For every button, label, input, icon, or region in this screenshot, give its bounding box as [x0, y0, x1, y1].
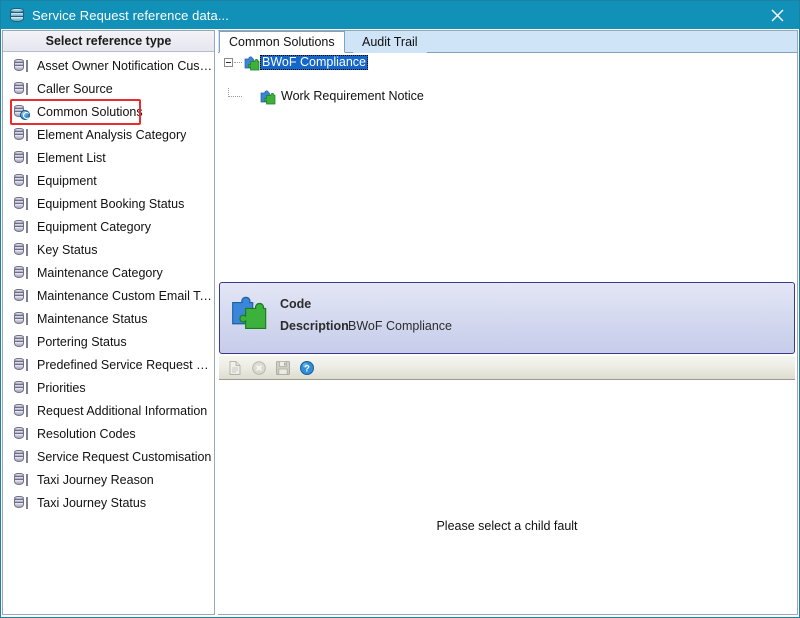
- sidebar-item-label: Common Solutions: [37, 104, 143, 119]
- sidebar-item-label: Element List: [37, 150, 106, 165]
- puzzle-icon: [243, 55, 260, 71]
- solution-detail-panel: Code Description BWoF Compliance: [219, 282, 795, 354]
- code-label: Code: [280, 297, 312, 311]
- save-icon[interactable]: [272, 358, 294, 378]
- database-icon: [13, 81, 30, 97]
- sidebar-item-label: Asset Owner Notification Custom...: [37, 58, 214, 73]
- database-icon: [13, 380, 30, 396]
- title-bar: Service Request reference data...: [1, 1, 799, 29]
- sidebar-item-label: Key Status: [37, 242, 98, 257]
- tree-node-label[interactable]: Work Requirement Notice: [279, 89, 426, 104]
- database-icon: [13, 196, 30, 212]
- database-icon: [13, 334, 30, 350]
- sidebar-item-element-analysis-category[interactable]: Element Analysis Category: [3, 123, 214, 146]
- sidebar-item-label: Priorities: [37, 380, 86, 395]
- content-panel: Common Solutions Audit Trail BWoF Complia…: [218, 30, 798, 615]
- database-icon: [9, 7, 25, 23]
- database-icon: [13, 242, 30, 258]
- sidebar-item-maintenance-custom-email-text[interactable]: Maintenance Custom Email Text: [3, 284, 214, 307]
- sidebar-item-key-status[interactable]: Key Status: [3, 238, 214, 261]
- sidebar-item-taxi-journey-status[interactable]: Taxi Journey Status: [3, 491, 214, 514]
- database-icon: [13, 472, 30, 488]
- database-icon: [13, 426, 30, 442]
- database-refresh-icon: [13, 104, 30, 120]
- sidebar-item-taxi-journey-reason[interactable]: Taxi Journey Reason: [3, 468, 214, 491]
- tab-strip: Common Solutions Audit Trail: [218, 31, 797, 53]
- tree-row[interactable]: Work Requirement Notice: [218, 88, 796, 105]
- database-icon: [13, 403, 30, 419]
- tree-node-label[interactable]: BWoF Compliance: [260, 55, 368, 70]
- description-value: BWoF Compliance: [348, 319, 452, 333]
- new-icon[interactable]: [224, 358, 246, 378]
- sidebar-item-predefined-service-request-events[interactable]: Predefined Service Request Events: [3, 353, 214, 376]
- empty-state-message: Please select a child fault: [436, 519, 578, 533]
- sidebar-item-caller-source[interactable]: Caller Source: [3, 77, 214, 100]
- sidebar-item-label: Maintenance Custom Email Text: [37, 288, 214, 303]
- sidebar-item-maintenance-status[interactable]: Maintenance Status: [3, 307, 214, 330]
- sidebar-item-request-additional-information[interactable]: Request Additional Information: [3, 399, 214, 422]
- database-icon: [13, 357, 30, 373]
- sidebar-item-portering-status[interactable]: Portering Status: [3, 330, 214, 353]
- sidebar-item-element-list[interactable]: Element List: [3, 146, 214, 169]
- sidebar-item-equipment[interactable]: Equipment: [3, 169, 214, 192]
- child-fault-region: Please select a child fault: [219, 381, 795, 614]
- puzzle-icon: [259, 89, 276, 105]
- close-icon[interactable]: [755, 1, 799, 29]
- database-icon: [13, 219, 30, 235]
- detail-toolbar: ?: [219, 356, 795, 380]
- sidebar-item-label: Request Additional Information: [37, 403, 208, 418]
- sidebar-item-label: Maintenance Status: [37, 311, 148, 326]
- help-icon[interactable]: ?: [296, 358, 318, 378]
- sidebar-item-common-solutions[interactable]: Common Solutions: [3, 100, 214, 123]
- database-icon: [13, 58, 30, 74]
- window-title: Service Request reference data...: [32, 7, 229, 23]
- sidebar-header: Select reference type: [3, 31, 214, 52]
- sidebar-item-resolution-codes[interactable]: Resolution Codes: [3, 422, 214, 445]
- database-icon: [13, 265, 30, 281]
- tab-label: Audit Trail: [362, 35, 418, 49]
- sidebar-item-equipment-category[interactable]: Equipment Category: [3, 215, 214, 238]
- collapse-icon[interactable]: [224, 58, 233, 67]
- sidebar-item-label: Equipment Category: [37, 219, 151, 234]
- tab-audit-trail[interactable]: Audit Trail: [353, 31, 427, 53]
- delete-icon[interactable]: [248, 358, 270, 378]
- svg-text:?: ?: [304, 363, 310, 374]
- sidebar-item-label: Portering Status: [37, 334, 127, 349]
- sidebar-item-asset-owner-notification-custom[interactable]: Asset Owner Notification Custom...: [3, 54, 214, 77]
- sidebar-item-priorities[interactable]: Priorities: [3, 376, 214, 399]
- tree-row[interactable]: BWoF Compliance: [218, 54, 796, 71]
- database-icon: [13, 127, 30, 143]
- sidebar-item-label: Taxi Journey Status: [37, 495, 147, 510]
- sidebar-item-label: Element Analysis Category: [37, 127, 187, 142]
- sidebar-item-label: Predefined Service Request Events: [37, 357, 214, 372]
- sidebar-item-maintenance-category[interactable]: Maintenance Category: [3, 261, 214, 284]
- reference-type-list[interactable]: Asset Owner Notification Custom... Caller…: [3, 52, 214, 514]
- sidebar-item-label: Caller Source: [37, 81, 113, 96]
- sidebar-item-label: Taxi Journey Reason: [37, 472, 154, 487]
- database-icon: [13, 495, 30, 511]
- window-body: Select reference type Asset Owner Notifi…: [1, 29, 799, 617]
- sidebar-item-equipment-booking-status[interactable]: Equipment Booking Status: [3, 192, 214, 215]
- reference-type-sidebar: Select reference type Asset Owner Notifi…: [2, 30, 214, 615]
- sidebar-item-label: Resolution Codes: [37, 426, 136, 441]
- database-icon: [13, 150, 30, 166]
- description-label: Description: [280, 319, 349, 333]
- database-icon: [13, 173, 30, 189]
- database-icon: [13, 449, 30, 465]
- sidebar-item-service-request-customisation[interactable]: Service Request Customisation: [3, 445, 214, 468]
- solutions-tree[interactable]: BWoF Compliance Work Requirement Notice: [218, 54, 796, 282]
- database-icon: [13, 288, 30, 304]
- puzzle-icon: [228, 292, 268, 332]
- tab-label: Common Solutions: [229, 35, 335, 49]
- sidebar-item-label: Equipment Booking Status: [37, 196, 185, 211]
- reference-data-window: Service Request reference data... Select…: [0, 0, 800, 618]
- sidebar-item-label: Service Request Customisation: [37, 449, 212, 464]
- tab-common-solutions[interactable]: Common Solutions: [219, 31, 345, 53]
- database-icon: [13, 311, 30, 327]
- sidebar-item-label: Equipment: [37, 173, 97, 188]
- sidebar-item-label: Maintenance Category: [37, 265, 163, 280]
